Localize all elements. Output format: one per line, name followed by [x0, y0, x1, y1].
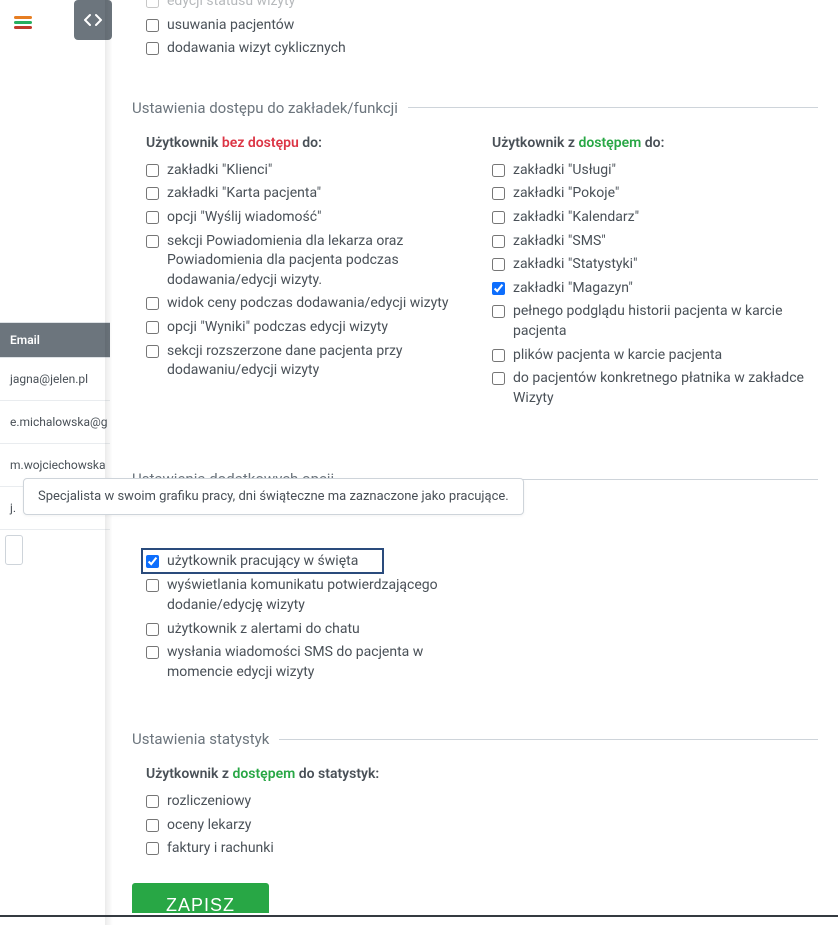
checkbox-cyclic-visits[interactable] — [146, 42, 159, 55]
checkbox-tab-clients[interactable] — [146, 164, 159, 177]
access-section: Ustawienia dostępu do zakładek/funkcji U… — [132, 99, 818, 413]
checkbox-sms-on-edit[interactable] — [146, 646, 159, 659]
checkbox-label[interactable]: wysłania wiadomości SMS do pacjenta w mo… — [167, 643, 472, 682]
highlighted-holiday-option: użytkownik pracujący w święta — [141, 548, 384, 574]
checkbox-label[interactable]: zakładki "Kalendarz" — [513, 208, 639, 228]
checkbox-stats-ratings[interactable] — [146, 819, 159, 832]
top-permissions-list: edycji statusu wizyty usuwania pacjentów… — [132, 0, 818, 59]
checkbox-tab-services[interactable] — [492, 164, 505, 177]
code-icon — [84, 13, 102, 27]
checkbox-stats-invoices[interactable] — [146, 842, 159, 855]
table-row[interactable]: e.michalowska@g — [0, 401, 110, 444]
checkbox-label[interactable]: widok ceny podczas dodawania/edycji wizy… — [167, 294, 448, 314]
checkbox-payer-patients[interactable] — [492, 372, 505, 385]
table-header-email[interactable]: Email — [0, 322, 110, 358]
checkbox-label[interactable]: użytkownik z alertami do chatu — [167, 620, 360, 640]
checkbox-tab-calendar[interactable] — [492, 211, 505, 224]
checkbox-confirm-message[interactable] — [146, 579, 159, 592]
save-button[interactable]: ZAPISZ — [132, 883, 269, 913]
table-filter-input[interactable] — [5, 535, 23, 565]
background-table: Email jagna@jelen.pl e.michalowska@g m.w… — [0, 322, 110, 565]
checkbox-label[interactable]: usuwania pacjentów — [167, 16, 294, 36]
checkbox-label[interactable]: edycji statusu wizyty — [167, 0, 295, 12]
app-logo — [14, 16, 32, 32]
section-title-stats: Ustawienia statystyk — [132, 730, 818, 748]
checkbox-tab-warehouse[interactable] — [492, 282, 505, 295]
section-title-access: Ustawienia dostępu do zakładek/funkcji — [132, 99, 818, 117]
checkbox-label[interactable]: opcji "Wyślij wiadomość" — [167, 208, 321, 228]
with-access-column: Użytkownik z dostępem do: zakładki "Usłu… — [492, 135, 818, 413]
checkbox-tab-stats[interactable] — [492, 258, 505, 271]
checkbox-label[interactable]: rozliczeniowy — [167, 792, 251, 812]
checkbox-tab-rooms[interactable] — [492, 187, 505, 200]
checkbox-label[interactable]: plików pacjenta w karcie pacjenta — [513, 346, 722, 366]
checkbox-label[interactable]: oceny lekarzy — [167, 816, 251, 836]
checkbox-delete-patients[interactable] — [146, 19, 159, 32]
stats-section: Ustawienia statystyk Użytkownik z dostęp… — [132, 730, 818, 859]
checkbox-holiday-worker[interactable] — [146, 555, 159, 568]
checkbox-results-option[interactable] — [146, 321, 159, 334]
table-row[interactable]: jagna@jelen.pl — [0, 358, 110, 401]
checkbox-label[interactable]: zakładki "SMS" — [513, 232, 606, 252]
settings-modal: edycji statusu wizyty usuwania pacjentów… — [112, 0, 838, 913]
left-strip: Email jagna@jelen.pl e.michalowska@g m.w… — [0, 0, 110, 925]
checkbox-label[interactable]: zakładki "Magazyn" — [513, 279, 633, 299]
checkbox-label[interactable]: opcji "Wyniki" podczas edycji wizyty — [167, 318, 388, 338]
checkbox-label[interactable]: zakładki "Karta pacjenta" — [167, 184, 321, 204]
checkbox-label[interactable]: zakładki "Pokoje" — [513, 184, 619, 204]
checkbox-label[interactable]: zakładki "Statystyki" — [513, 255, 638, 275]
checkbox-price-view[interactable] — [146, 297, 159, 310]
with-access-heading: Użytkownik z dostępem do: — [492, 135, 818, 151]
footer-divider — [0, 915, 838, 917]
no-access-column: Użytkownik bez dostępu do: zakładki "Kli… — [146, 135, 472, 413]
checkbox-chat-alerts[interactable] — [146, 623, 159, 636]
checkbox-label[interactable]: sekcji rozszerzone dane pacjenta przy do… — [167, 342, 472, 381]
checkbox-full-history[interactable] — [492, 305, 505, 318]
no-access-heading: Użytkownik bez dostępu do: — [146, 135, 472, 151]
checkbox-edit-status[interactable] — [146, 0, 159, 8]
checkbox-tab-patient-card[interactable] — [146, 187, 159, 200]
checkbox-extended-data[interactable] — [146, 345, 159, 358]
checkbox-stats-billing[interactable] — [146, 795, 159, 808]
checkbox-label[interactable]: sekcji Powiadomienia dla lekarza oraz Po… — [167, 232, 472, 291]
checkbox-label[interactable]: do pacjentów konkretnego płatnika w zakł… — [513, 369, 818, 408]
checkbox-label[interactable]: zakładki "Usługi" — [513, 161, 616, 181]
checkbox-label[interactable]: wyświetlania komunikatu potwierdzającego… — [167, 576, 472, 615]
checkbox-label[interactable]: faktury i rachunki — [167, 839, 274, 859]
checkbox-label[interactable]: dodawania wizyt cyklicznych — [167, 39, 346, 59]
checkbox-label[interactable]: zakładki "Klienci" — [167, 161, 272, 181]
checkbox-send-message[interactable] — [146, 211, 159, 224]
stats-access-heading: Użytkownik z dostępem do statystyk: — [146, 766, 818, 782]
tooltip-holiday-info: Specjalista w swoim grafiku pracy, dni ś… — [23, 478, 524, 515]
checkbox-label[interactable]: pełnego podglądu historii pacjenta w kar… — [513, 302, 818, 341]
checkbox-label[interactable]: użytkownik pracujący w święta — [167, 553, 358, 569]
checkbox-patient-files[interactable] — [492, 349, 505, 362]
checkbox-tab-sms[interactable] — [492, 235, 505, 248]
checkbox-notifications-section[interactable] — [146, 235, 159, 248]
